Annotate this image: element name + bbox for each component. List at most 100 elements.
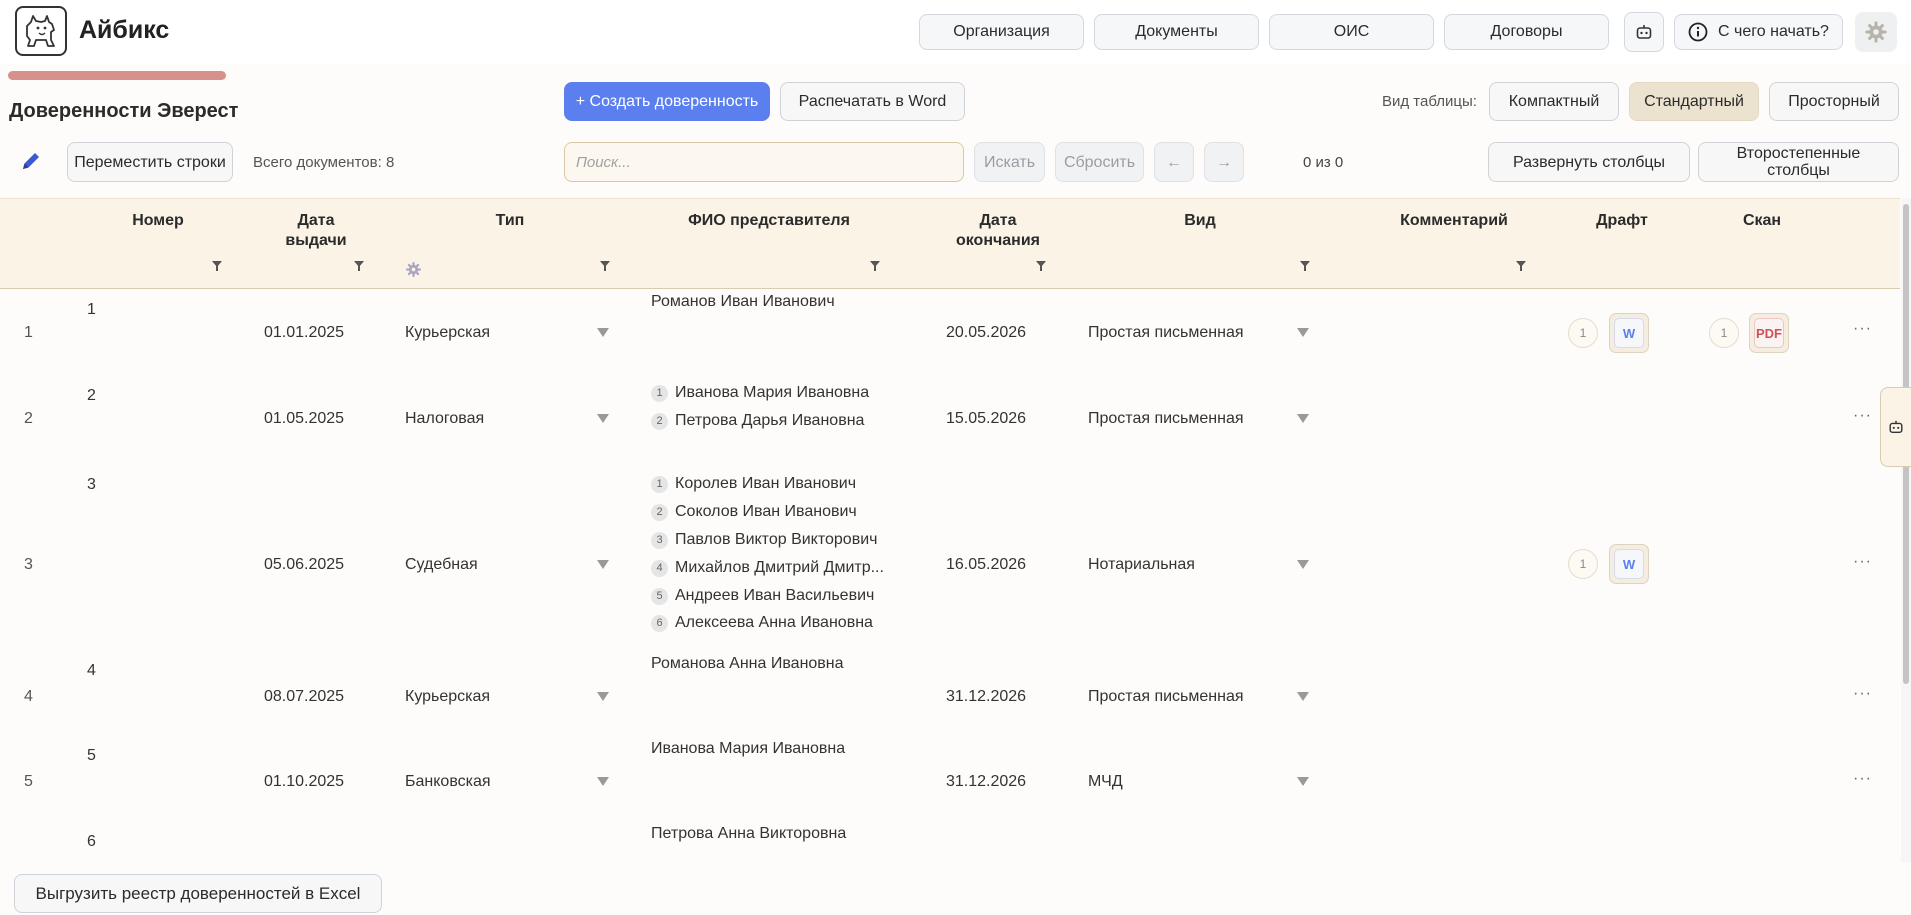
nav-documents-button[interactable]: Документы (1094, 14, 1259, 50)
type-dropdown-icon[interactable] (597, 777, 609, 786)
table-row[interactable]: 6 Петрова Анна Викторовна (0, 820, 1900, 862)
print-word-button[interactable]: Распечатать в Word (780, 82, 965, 121)
row-menu-icon[interactable]: ··· (1853, 320, 1872, 338)
table-view-label: Вид таблицы: (1382, 93, 1477, 110)
filter-type-icon[interactable] (600, 261, 610, 271)
column-header-issue-date[interactable]: Дата выдачи (280, 211, 352, 251)
search-button[interactable]: Искать (974, 142, 1045, 182)
row-type: Курьерская (405, 688, 491, 705)
settings-button[interactable] (1855, 12, 1897, 52)
prev-result-button[interactable]: ← (1154, 142, 1194, 182)
filter-end-date-icon[interactable] (1036, 261, 1046, 271)
filter-kind-icon[interactable] (1300, 261, 1310, 271)
nav-contracts-button[interactable]: Договоры (1444, 14, 1609, 50)
row-end-date: 16.05.2026 (946, 556, 1027, 573)
robot-icon (1889, 420, 1903, 434)
row-type: Курьерская (405, 324, 491, 341)
move-rows-button[interactable]: Переместить строки (67, 142, 233, 182)
filter-issue-date-icon[interactable] (354, 261, 364, 271)
row-kind: Простая письменная (1088, 410, 1244, 427)
row-menu-icon[interactable]: ··· (1853, 770, 1872, 788)
row-index: 4 (24, 688, 33, 705)
search-input[interactable] (564, 142, 964, 182)
row-kind: Простая письменная (1088, 688, 1244, 705)
column-header-type[interactable]: Тип (470, 211, 550, 231)
row-index: 3 (24, 556, 33, 573)
column-header-scan[interactable]: Скан (1722, 211, 1802, 231)
filter-number-icon[interactable] (212, 261, 222, 271)
kind-dropdown-icon[interactable] (1297, 414, 1309, 423)
representative-item: 6 Алексеева Анна Ивановна (651, 614, 873, 632)
type-settings-gear-icon[interactable] (405, 261, 422, 282)
dog-logo-icon[interactable] (15, 6, 67, 56)
type-dropdown-icon[interactable] (597, 328, 609, 337)
table-row[interactable]: 2 2 01.05.2025 Налоговая 1 Иванова Мария … (0, 372, 1900, 460)
create-power-of-attorney-button[interactable]: + Создать доверенность (564, 82, 770, 121)
table-row[interactable]: 3 3 05.06.2025 Судебная 1 Королев Иван Ив… (0, 460, 1900, 650)
row-menu-icon[interactable]: ··· (1853, 685, 1872, 703)
view-compact-button[interactable]: Компактный (1489, 82, 1619, 121)
rep-number-badge: 1 (651, 475, 668, 493)
representative-item: 3 Павлов Виктор Викторович (651, 531, 877, 549)
representative-name: Петрова Дарья Ивановна (675, 412, 865, 429)
app-brand-name[interactable]: Айбикс (79, 16, 169, 45)
reset-button[interactable]: Сбросить (1055, 142, 1144, 182)
draft-word-file-button[interactable]: W (1609, 313, 1649, 353)
type-dropdown-icon[interactable] (597, 692, 609, 701)
row-number: 1 (87, 301, 96, 318)
view-standard-button[interactable]: Стандартный (1629, 82, 1759, 121)
total-documents-count: Всего документов: 8 (253, 154, 395, 171)
row-end-date: 20.05.2026 (946, 324, 1027, 341)
table-row[interactable]: 4 4 08.07.2025 Курьерская Романова Анна … (0, 650, 1900, 734)
expand-columns-button[interactable]: Развернуть столбцы (1488, 142, 1690, 182)
table-row[interactable]: 1 1 01.01.2025 Курьерская Романов Иван И… (0, 290, 1900, 372)
filter-representative-icon[interactable] (870, 261, 880, 271)
kind-dropdown-icon[interactable] (1297, 692, 1309, 701)
column-header-kind[interactable]: Вид (1160, 211, 1240, 231)
scan-pdf-file-button[interactable]: PDF (1749, 313, 1789, 353)
export-excel-button[interactable]: Выгрузить реестр доверенностей в Excel (14, 874, 382, 913)
representative-name: Михайлов Дмитрий Дмитр... (675, 559, 884, 576)
representative-item: 1 Иванова Мария Ивановна (651, 384, 869, 402)
representative-name: Иванова Мария Ивановна (675, 384, 870, 401)
nav-organization-button[interactable]: Организация (919, 14, 1084, 50)
row-menu-icon[interactable]: ··· (1853, 553, 1872, 571)
table-scrollbar[interactable] (1901, 198, 1911, 862)
representative-item: 1 Королев Иван Иванович (651, 475, 856, 493)
row-issue-date: 01.10.2025 (264, 773, 345, 790)
nav-ois-button[interactable]: ОИС (1269, 14, 1434, 50)
table-row[interactable]: 5 5 01.10.2025 Банковская Иванова Мария … (0, 734, 1900, 820)
page-footer: Выгрузить реестр доверенностей в Excel (0, 862, 1911, 915)
representative-name: Петрова Анна Викторовна (651, 825, 847, 842)
representative-name: Романова Анна Ивановна (651, 655, 844, 672)
filter-comment-icon[interactable] (1516, 261, 1526, 271)
side-assistant-tab[interactable] (1880, 387, 1911, 467)
view-spacious-button[interactable]: Просторный (1769, 82, 1899, 121)
column-header-draft[interactable]: Драфт (1580, 211, 1664, 231)
row-type: Банковская (405, 773, 491, 790)
representative-item: 2 Соколов Иван Иванович (651, 503, 857, 521)
row-index: 1 (24, 324, 33, 341)
type-dropdown-icon[interactable] (597, 414, 609, 423)
draft-word-file-button[interactable]: W (1609, 544, 1649, 584)
row-type: Судебная (405, 556, 478, 573)
edit-pencil-icon[interactable] (20, 150, 42, 176)
rep-number-badge: 5 (651, 587, 668, 605)
help-start-button[interactable]: С чего начать? (1674, 14, 1843, 50)
kind-dropdown-icon[interactable] (1297, 560, 1309, 569)
row-menu-icon[interactable]: ··· (1853, 407, 1872, 425)
next-result-button[interactable]: → (1204, 142, 1244, 182)
assistant-bot-button[interactable] (1624, 12, 1664, 52)
kind-dropdown-icon[interactable] (1297, 777, 1309, 786)
column-header-representative[interactable]: ФИО представителя (660, 211, 878, 231)
kind-dropdown-icon[interactable] (1297, 328, 1309, 337)
draft-count-badge: 1 (1568, 318, 1598, 348)
column-header-end-date[interactable]: Дата окончания (948, 211, 1048, 251)
column-header-number[interactable]: Номер (118, 211, 198, 231)
page-title: Доверенности Эверест (9, 100, 239, 122)
type-dropdown-icon[interactable] (597, 560, 609, 569)
scan-count-badge: 1 (1709, 318, 1739, 348)
loading-progress-bar (8, 71, 226, 80)
secondary-columns-button[interactable]: Второстепенные столбцы (1698, 142, 1899, 182)
column-header-comment[interactable]: Комментарий (1385, 211, 1523, 231)
